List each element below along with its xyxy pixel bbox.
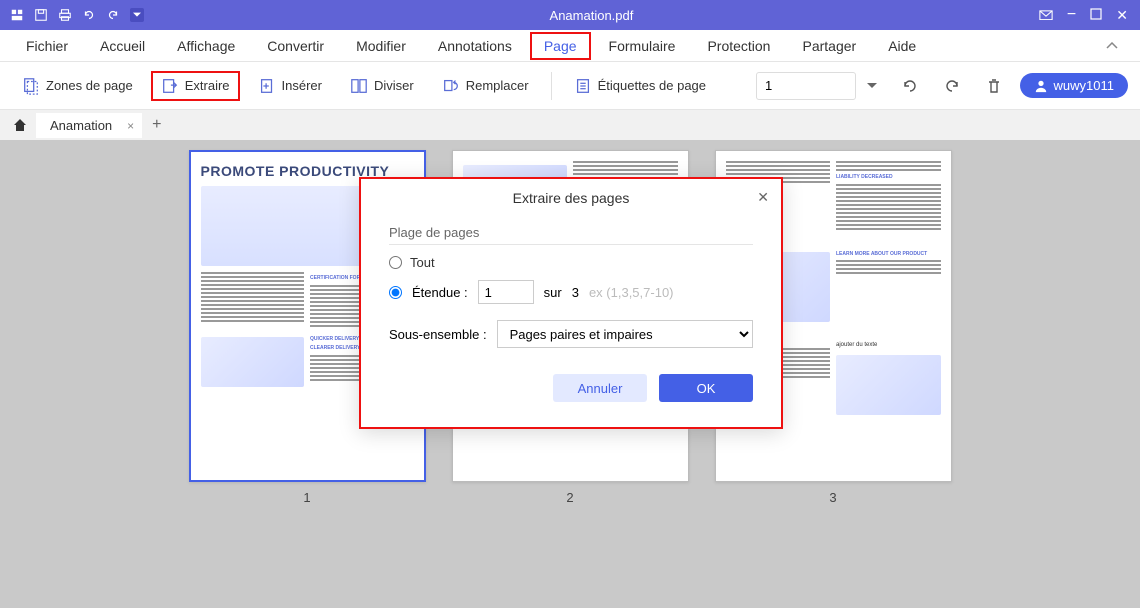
menu-bar: Fichier Accueil Affichage Convertir Modi… bbox=[0, 30, 1140, 62]
mail-icon[interactable] bbox=[1039, 8, 1053, 22]
toolbar-separator bbox=[551, 72, 552, 100]
extract-label: Extraire bbox=[185, 78, 230, 93]
tab-close-icon[interactable]: × bbox=[127, 119, 134, 133]
menu-page[interactable]: Page bbox=[530, 32, 591, 60]
replace-label: Remplacer bbox=[466, 78, 529, 93]
dialog-close-icon[interactable]: ✕ bbox=[757, 189, 769, 206]
range-hint: ex (1,3,5,7-10) bbox=[589, 285, 674, 300]
cancel-button[interactable]: Annuler bbox=[553, 374, 647, 402]
collapse-ribbon-icon[interactable] bbox=[1096, 31, 1128, 61]
app-logo-icon bbox=[10, 8, 24, 22]
extract-pages-dialog: Extraire des pages ✕ Plage de pages Tout… bbox=[359, 177, 783, 429]
page-labels-button[interactable]: Étiquettes de page bbox=[564, 71, 716, 101]
page-number-1: 1 bbox=[303, 490, 310, 505]
home-tab-icon[interactable] bbox=[10, 115, 30, 135]
zones-button[interactable]: Zones de page bbox=[12, 71, 143, 101]
thumb3-h1: LIABILITY DECREASED bbox=[836, 174, 941, 181]
add-tab-button[interactable]: + bbox=[152, 116, 161, 134]
page-number-3: 3 bbox=[829, 490, 836, 505]
replace-button[interactable]: Remplacer bbox=[432, 71, 539, 101]
extract-button[interactable]: Extraire bbox=[151, 71, 240, 101]
maximize-button[interactable] bbox=[1090, 8, 1102, 23]
range-value-input[interactable] bbox=[478, 280, 534, 304]
insert-button[interactable]: Insérer bbox=[248, 71, 332, 101]
dialog-title: Extraire des pages bbox=[513, 190, 630, 206]
document-tab-label: Anamation bbox=[50, 118, 112, 133]
radio-range-label: Étendue : bbox=[412, 285, 468, 300]
subset-select[interactable]: Pages paires et impaires bbox=[497, 320, 753, 348]
menu-annotations[interactable]: Annotations bbox=[424, 32, 526, 60]
rotate-cw-icon[interactable] bbox=[944, 78, 960, 94]
menu-partager[interactable]: Partager bbox=[788, 32, 870, 60]
menu-affichage[interactable]: Affichage bbox=[163, 32, 249, 60]
zones-label: Zones de page bbox=[46, 78, 133, 93]
title-bar: Anamation.pdf − ✕ bbox=[0, 0, 1140, 30]
insert-label: Insérer bbox=[282, 78, 322, 93]
split-label: Diviser bbox=[374, 78, 414, 93]
menu-aide[interactable]: Aide bbox=[874, 32, 930, 60]
dropdown-toggle-icon[interactable] bbox=[130, 8, 144, 22]
menu-convertir[interactable]: Convertir bbox=[253, 32, 338, 60]
document-tab[interactable]: Anamation × bbox=[36, 113, 142, 138]
user-account-button[interactable]: wuwy1011 bbox=[1020, 73, 1128, 98]
thumb3-note: ajouter du texte bbox=[836, 342, 941, 350]
menu-accueil[interactable]: Accueil bbox=[86, 32, 159, 60]
window-title: Anamation.pdf bbox=[144, 8, 1039, 23]
close-button[interactable]: ✕ bbox=[1116, 7, 1128, 24]
ok-button[interactable]: OK bbox=[659, 374, 753, 402]
split-button[interactable]: Diviser bbox=[340, 71, 424, 101]
page-number-2: 2 bbox=[566, 490, 573, 505]
delete-icon[interactable] bbox=[986, 78, 1002, 94]
menu-protection[interactable]: Protection bbox=[693, 32, 784, 60]
thumb3-h2: LEARN MORE ABOUT OUR PRODUCT bbox=[836, 251, 941, 258]
radio-all-label: Tout bbox=[410, 255, 435, 270]
save-icon[interactable] bbox=[34, 8, 48, 22]
user-icon bbox=[1034, 79, 1048, 93]
document-tab-bar: Anamation × + bbox=[0, 110, 1140, 140]
subset-label: Sous-ensemble : bbox=[389, 327, 487, 342]
rotate-ccw-icon[interactable] bbox=[902, 78, 918, 94]
menu-formulaire[interactable]: Formulaire bbox=[595, 32, 690, 60]
page-dropdown-icon[interactable] bbox=[864, 78, 880, 94]
page-toolbar: Zones de page Extraire Insérer Diviser R… bbox=[0, 62, 1140, 110]
undo-icon[interactable] bbox=[82, 8, 96, 22]
page-number-input[interactable] bbox=[756, 72, 856, 100]
radio-all[interactable] bbox=[389, 256, 402, 269]
menu-modifier[interactable]: Modifier bbox=[342, 32, 420, 60]
page-range-section-label: Plage de pages bbox=[389, 225, 753, 245]
range-total: 3 bbox=[572, 285, 579, 300]
menu-fichier[interactable]: Fichier bbox=[12, 32, 82, 60]
minimize-button[interactable]: − bbox=[1067, 6, 1076, 24]
redo-icon[interactable] bbox=[106, 8, 120, 22]
radio-range[interactable] bbox=[389, 286, 402, 299]
print-icon[interactable] bbox=[58, 8, 72, 22]
page-labels-label: Étiquettes de page bbox=[598, 78, 706, 93]
range-sur-label: sur bbox=[544, 285, 562, 300]
user-name: wuwy1011 bbox=[1054, 78, 1114, 93]
